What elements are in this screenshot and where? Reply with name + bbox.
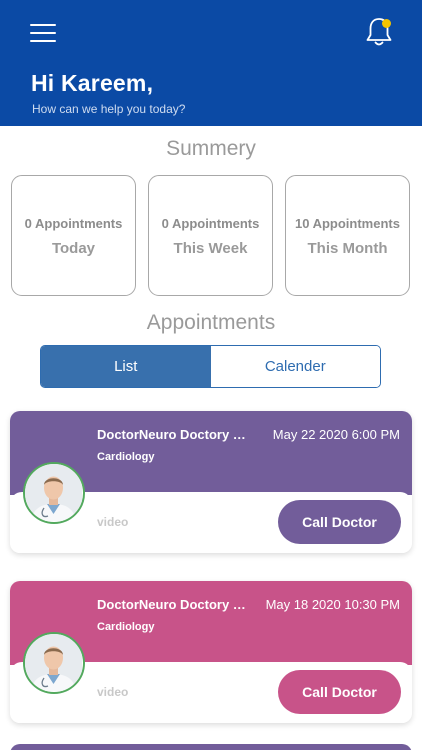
summary-card-this-week[interactable]: 0 Appointments This Week [148, 175, 273, 296]
appointment-card[interactable]: DoctorNeuro Doctory Neuro Cardiology May… [10, 411, 412, 553]
appointment-card[interactable]: DoctorNeuro Doctory Neuro Cardiology May… [10, 581, 412, 723]
summary-period: This Week [173, 240, 248, 257]
doctor-specialty: Cardiology [97, 621, 155, 633]
hamburger-menu-icon[interactable] [30, 22, 58, 42]
summary-count: 0 Appointments [161, 216, 260, 231]
appointment-type: video [97, 515, 129, 529]
doctor-name: DoctorNeuro Doctory Neuro [97, 427, 247, 442]
appointments-title: Appointments [146, 311, 276, 334]
tab-calender[interactable]: Calender [210, 346, 380, 387]
doctor-specialty: Cardiology [97, 451, 155, 463]
summary-card-today[interactable]: 0 Appointments Today [11, 175, 136, 296]
appointment-datetime: May 22 2020 6:00 PM [272, 427, 400, 442]
doctor-avatar [23, 462, 85, 524]
summary-count: 10 Appointments [295, 216, 400, 231]
call-doctor-button[interactable]: Call Doctor [278, 500, 401, 544]
appointment-datetime: May 18 2020 10:30 PM [265, 597, 400, 612]
view-toggle: List Calender [40, 345, 381, 388]
doctor-avatar [23, 632, 85, 694]
summary-period: Today [51, 240, 96, 257]
summary-count: 0 Appointments [24, 216, 123, 231]
tab-list[interactable]: List [41, 346, 211, 387]
greeting-title: Hi Kareem, [31, 70, 154, 96]
greeting-subtitle: How can we help you today? [32, 102, 186, 116]
summary-period: This Month [307, 240, 388, 257]
bell-icon[interactable] [362, 15, 396, 49]
summary-card-this-month[interactable]: 10 Appointments This Month [285, 175, 410, 296]
appointment-type: video [97, 685, 129, 699]
doctor-name: DoctorNeuro Doctory Neuro [97, 597, 247, 612]
appointment-card-partial[interactable] [10, 744, 412, 750]
summary-title: Summery [166, 137, 256, 160]
call-doctor-button[interactable]: Call Doctor [278, 670, 401, 714]
notification-dot [382, 19, 391, 28]
header-bar: Hi Kareem, How can we help you today? [0, 0, 422, 126]
